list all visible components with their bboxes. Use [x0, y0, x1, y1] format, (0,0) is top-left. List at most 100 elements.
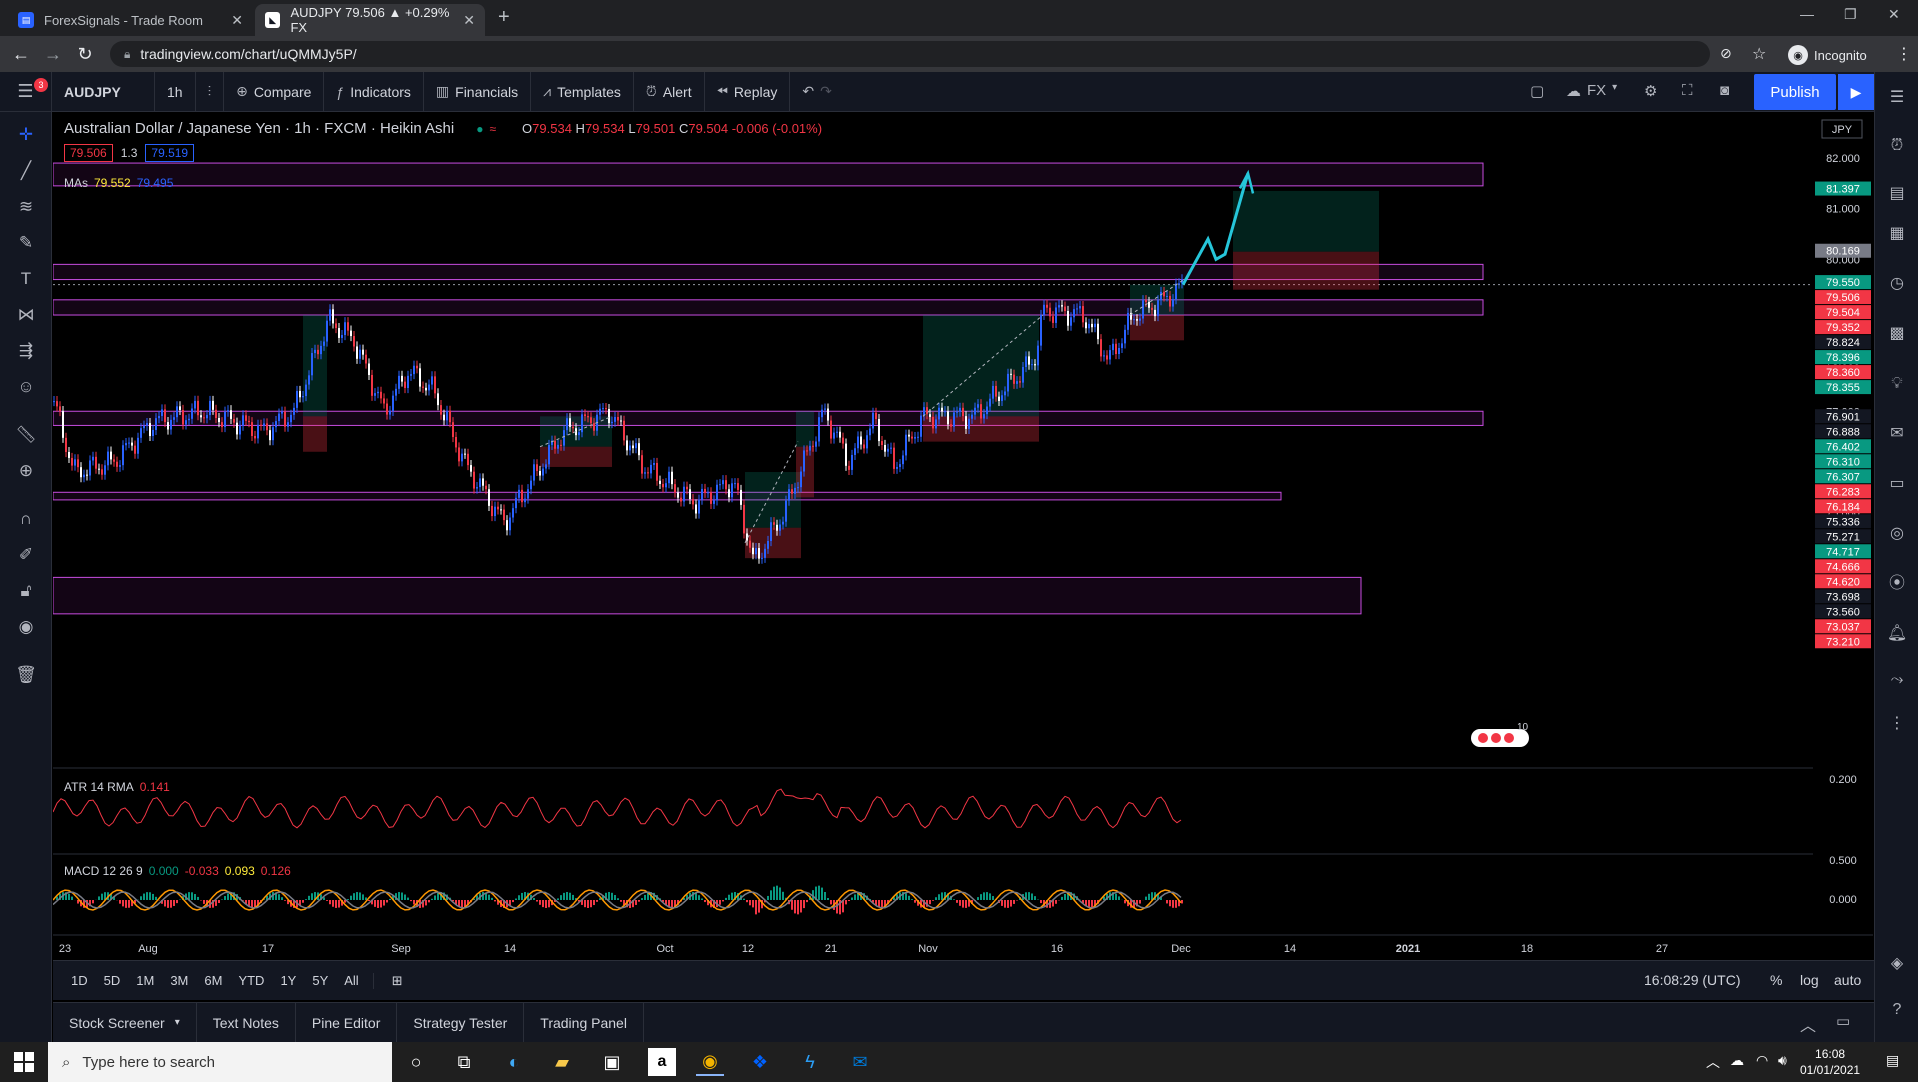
maximize-panel-icon[interactable]: ▭: [1836, 1012, 1850, 1030]
range-1y[interactable]: 1Y: [272, 973, 304, 988]
utc-clock[interactable]: 16:08:29 (UTC): [1644, 972, 1740, 988]
currency-label[interactable]: JPY: [1832, 124, 1853, 136]
layers-icon[interactable]: ◈: [1885, 952, 1909, 976]
volume-icon[interactable]: 🔊︎: [1778, 1052, 1787, 1069]
collapse-panel-icon[interactable]: ︿: [1800, 1012, 1816, 1036]
dropbox-icon[interactable]: ❖: [746, 1048, 774, 1076]
chart-area[interactable]: 82.00081.00080.00079.00078.00077.00076.0…: [53, 112, 1873, 960]
fib-icon[interactable]: ≋: [13, 194, 39, 220]
ask-price[interactable]: 79.519: [145, 144, 195, 162]
edge-icon[interactable]: ◐: [500, 1048, 528, 1076]
watchlist-icon[interactable]: ☰: [1885, 86, 1909, 110]
trend-line-icon[interactable]: ╱: [13, 158, 39, 184]
emoji-icon[interactable]: ☺: [13, 374, 39, 400]
eye-off-icon[interactable]: ⊘: [1720, 45, 1732, 62]
stream-icon[interactable]: ⦿: [1885, 572, 1909, 596]
symbol-search[interactable]: AUDJPY: [52, 71, 155, 112]
back-icon[interactable]: ←: [10, 44, 32, 65]
undo-button[interactable]: ↶ ↷: [790, 72, 843, 112]
eye-icon[interactable]: ◉: [13, 614, 39, 640]
log-toggle[interactable]: log: [1800, 972, 1819, 988]
chrome-icon[interactable]: ◉: [696, 1048, 724, 1076]
text-icon[interactable]: T: [13, 266, 39, 292]
menu-dots-icon[interactable]: ⋮: [1896, 44, 1912, 64]
restore-icon[interactable]: ❐: [1844, 6, 1857, 23]
tab-trading-panel[interactable]: Trading Panel: [524, 1002, 644, 1043]
templates-button[interactable]: ⩘ Templates: [531, 71, 634, 112]
range-5d[interactable]: 5D: [96, 973, 129, 988]
publish-button[interactable]: Publish: [1754, 74, 1836, 110]
forward-icon[interactable]: →: [42, 44, 64, 65]
crosshair-icon[interactable]: ✛: [13, 122, 39, 148]
close-tab-icon[interactable]: ✕: [231, 12, 243, 29]
range-3m[interactable]: 3M: [162, 973, 196, 988]
indicators-button[interactable]: ƒ Indicators: [324, 71, 424, 112]
play-icon[interactable]: ▶: [1838, 74, 1874, 110]
tab-strategy-tester[interactable]: Strategy Tester: [397, 1002, 525, 1043]
action-center-icon[interactable]: ▤: [1886, 1052, 1899, 1069]
dom-icon[interactable]: ⋮: [1885, 712, 1909, 736]
range-5y[interactable]: 5Y: [304, 973, 336, 988]
incognito-profile[interactable]: ◉ Incognito: [1788, 45, 1867, 65]
prediction-icon[interactable]: ⇶: [13, 338, 39, 364]
notifications-icon[interactable]: 🔔︎: [1885, 622, 1909, 646]
percent-toggle[interactable]: %: [1770, 972, 1782, 988]
lock-drawings-icon[interactable]: ✐: [13, 542, 39, 568]
fullscreen-icon[interactable]: ⛶: [1682, 82, 1693, 99]
messages-icon[interactable]: ▭: [1885, 472, 1909, 496]
range-all[interactable]: All: [336, 973, 366, 988]
trend-icon[interactable]: ⤳: [1885, 668, 1909, 692]
new-tab-icon[interactable]: +: [498, 6, 510, 29]
save-layout-button[interactable]: ☁︎ FX ▾: [1566, 82, 1617, 100]
events-icon[interactable]: ▩: [1885, 322, 1909, 346]
close-window-icon[interactable]: ✕: [1888, 6, 1900, 23]
chat-icon[interactable]: ✉: [1885, 422, 1909, 446]
tab-text-notes[interactable]: Text Notes: [197, 1002, 296, 1043]
tab-stock-screener[interactable]: Stock Screener ▾: [53, 1002, 197, 1043]
tray-chevron-icon[interactable]: ︿: [1706, 1052, 1720, 1072]
wifi-icon[interactable]: ◠: [1756, 1052, 1768, 1069]
compare-button[interactable]: ⊕ Compare: [224, 71, 325, 112]
mail-icon[interactable]: ✉: [846, 1048, 874, 1076]
pattern-icon[interactable]: ⋈: [13, 302, 39, 328]
ideas-icon[interactable]: 💡︎: [1885, 372, 1909, 396]
symbol-title[interactable]: Australian Dollar / Japanese Yen · 1h · …: [64, 120, 454, 137]
reload-icon[interactable]: ↻: [74, 44, 96, 65]
data-window-icon[interactable]: ▤: [1885, 182, 1909, 206]
star-icon[interactable]: ☆: [1752, 44, 1766, 64]
range-1m[interactable]: 1M: [128, 973, 162, 988]
amazon-icon[interactable]: a: [648, 1048, 676, 1076]
chart-type-button[interactable]: ⫶: [196, 71, 225, 112]
help-icon[interactable]: ?: [1885, 998, 1909, 1022]
trash-icon[interactable]: 🗑︎: [13, 662, 39, 688]
task-view-icon[interactable]: ⧉: [450, 1048, 478, 1076]
browser-tab[interactable]: ▤ ForexSignals - Trade Room ✕: [8, 4, 253, 36]
cortana-icon[interactable]: ○: [402, 1048, 430, 1076]
range-ytd[interactable]: YTD: [230, 973, 272, 988]
ma-legend[interactable]: MAs 79.552 79.495: [64, 176, 173, 190]
financials-button[interactable]: ▥ Financials: [424, 71, 532, 112]
range-1d[interactable]: 1D: [63, 973, 96, 988]
brush-icon[interactable]: ✎: [13, 230, 39, 256]
system-clock[interactable]: 16:08 01/01/2021: [1800, 1046, 1860, 1078]
close-tab-icon[interactable]: ✕: [463, 12, 475, 29]
goto-date-icon[interactable]: ⊞: [372, 972, 411, 989]
main-menu-button[interactable]: ☰ 3: [0, 71, 52, 112]
lock-icon[interactable]: 🔓︎: [13, 578, 39, 604]
ruler-icon[interactable]: 📏︎: [13, 422, 39, 448]
interval-button[interactable]: 1h: [155, 71, 196, 112]
settings-gear-icon[interactable]: ⚙: [1644, 82, 1657, 100]
app-bolt-icon[interactable]: ϟ: [796, 1048, 824, 1076]
alert-button[interactable]: ⏰︎ Alert: [634, 71, 705, 112]
store-icon[interactable]: ▣: [598, 1048, 626, 1076]
macd-legend[interactable]: MACD 12 26 9 0.000 -0.033 0.093 0.126: [64, 864, 291, 878]
magnet-icon[interactable]: ∩: [13, 506, 39, 532]
tab-pine-editor[interactable]: Pine Editor: [296, 1002, 398, 1043]
help-idea-icon[interactable]: ◎: [1885, 522, 1909, 546]
windows-start-icon[interactable]: [14, 1052, 34, 1072]
zoom-icon[interactable]: ⊕: [13, 458, 39, 484]
taskbar-search[interactable]: ⌕ Type here to search: [48, 1042, 392, 1082]
layout-icon[interactable]: ▢: [1530, 82, 1544, 100]
hotlists-icon[interactable]: ▦: [1885, 222, 1909, 246]
replay-button[interactable]: ⏪︎ Replay: [705, 71, 791, 112]
